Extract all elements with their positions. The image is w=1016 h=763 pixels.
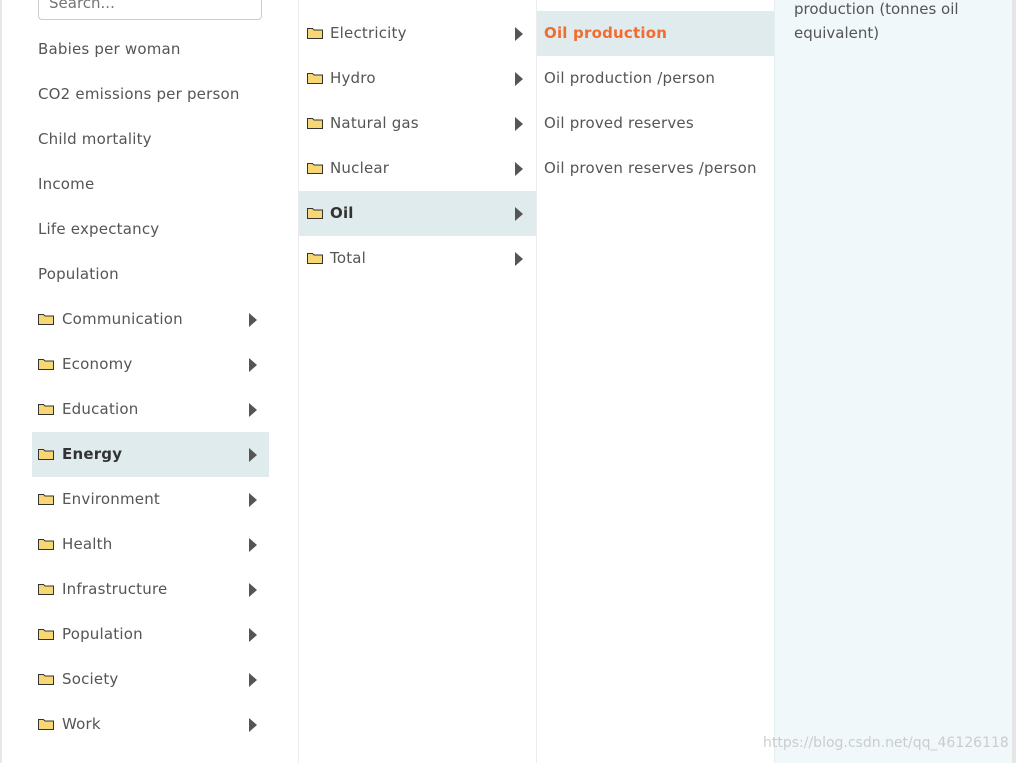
- indicator-description: production (tonnes oil equivalent): [794, 0, 959, 42]
- folder-item-label: Natural gas: [330, 114, 419, 132]
- folder-item-label: Nuclear: [330, 159, 390, 177]
- chevron-right-icon: [249, 538, 257, 552]
- menu-item-label: Oil production: [544, 24, 668, 42]
- chevron-right-icon: [515, 117, 523, 131]
- folder-item-environment[interactable]: Environment: [32, 477, 269, 522]
- folder-item-label: Communication: [62, 310, 183, 328]
- folder-item-work[interactable]: Work: [32, 702, 269, 747]
- menu-item-child-mortality[interactable]: Child mortality: [32, 117, 269, 162]
- folder-icon: [307, 28, 323, 39]
- folder-icon: [307, 118, 323, 129]
- menu-item-label: Life expectancy: [38, 220, 160, 238]
- folder-item-label: Infrastructure: [62, 580, 168, 598]
- folder-item-label: Hydro: [330, 69, 376, 87]
- chevron-right-icon: [515, 207, 523, 221]
- folder-icon: [38, 584, 54, 595]
- menu-item-co2-emissions-per-person[interactable]: CO2 emissions per person: [32, 72, 269, 117]
- folder-item-society[interactable]: Society: [32, 657, 269, 702]
- oil-list: Oil production Oil production /person Oi…: [537, 11, 774, 191]
- chevron-right-icon: [249, 583, 257, 597]
- folder-item-energy[interactable]: Energy: [32, 432, 269, 477]
- folder-item-label: Electricity: [330, 24, 407, 42]
- menu-item-label: Oil proved reserves: [544, 114, 694, 132]
- folder-icon: [38, 674, 54, 685]
- folder-icon: [307, 253, 323, 264]
- indicator-column-oil[interactable]: Oil production Oil production /person Oi…: [536, 0, 774, 763]
- watermark: https://blog.csdn.net/qq_46126118: [763, 735, 1009, 751]
- folder-item-infrastructure[interactable]: Infrastructure: [32, 567, 269, 612]
- folder-item-economy[interactable]: Economy: [32, 342, 269, 387]
- folder-item-natural-gas[interactable]: Natural gas: [299, 101, 537, 146]
- folder-icon: [307, 73, 323, 84]
- chevron-right-icon: [249, 448, 257, 462]
- menu-item-population[interactable]: Population: [32, 252, 269, 297]
- folder-item-label: Oil: [330, 204, 354, 222]
- indicator-column-energy[interactable]: Electricity Hydro Natural gas Nuclear Oi: [298, 0, 537, 763]
- indicator-detail-panel: production (tonnes oil equivalent): [774, 0, 1012, 763]
- menu-item-label: Oil production /person: [544, 69, 716, 87]
- chevron-right-icon: [515, 72, 523, 86]
- chevron-right-icon: [249, 493, 257, 507]
- folder-item-communication[interactable]: Communication: [32, 297, 269, 342]
- folder-item-health[interactable]: Health: [32, 522, 269, 567]
- folder-icon: [38, 404, 54, 415]
- folder-item-oil[interactable]: Oil: [299, 191, 537, 236]
- menu-item-oil-proved-reserves[interactable]: Oil proved reserves: [537, 101, 774, 146]
- menu-item-label: CO2 emissions per person: [38, 85, 240, 103]
- chevron-right-icon: [249, 628, 257, 642]
- chevron-right-icon: [515, 252, 523, 266]
- folder-item-education[interactable]: Education: [32, 387, 269, 432]
- folder-item-label: Health: [62, 535, 113, 553]
- root-list: Babies per woman CO2 emissions per perso…: [32, 27, 269, 747]
- folder-icon: [38, 539, 54, 550]
- folder-icon: [38, 629, 54, 640]
- folder-icon: [38, 719, 54, 730]
- indicator-picker: Babies per woman CO2 emissions per perso…: [0, 0, 1016, 763]
- menu-item-label: Oil proven reserves /person: [544, 159, 757, 177]
- chevron-right-icon: [249, 313, 257, 327]
- menu-item-label: Babies per woman: [38, 40, 181, 58]
- folder-item-nuclear[interactable]: Nuclear: [299, 146, 537, 191]
- folder-icon: [307, 208, 323, 219]
- menu-item-life-expectancy[interactable]: Life expectancy: [32, 207, 269, 252]
- folder-item-label: Work: [62, 715, 101, 733]
- folder-item-label: Society: [62, 670, 119, 688]
- folder-item-label: Economy: [62, 355, 133, 373]
- menu-item-label: Income: [38, 175, 95, 193]
- folder-icon: [38, 359, 54, 370]
- folder-icon: [38, 494, 54, 505]
- folder-item-electricity[interactable]: Electricity: [299, 11, 537, 56]
- chevron-right-icon: [515, 162, 523, 176]
- chevron-right-icon: [249, 718, 257, 732]
- folder-item-label: Energy: [62, 445, 123, 463]
- folder-icon: [307, 163, 323, 174]
- chevron-right-icon: [249, 358, 257, 372]
- folder-item-hydro[interactable]: Hydro: [299, 56, 537, 101]
- menu-item-oil-production-per-person[interactable]: Oil production /person: [537, 56, 774, 101]
- menu-item-oil-production[interactable]: Oil production: [537, 11, 774, 56]
- folder-item-label: Environment: [62, 490, 160, 508]
- folder-item-total[interactable]: Total: [299, 236, 537, 281]
- menu-item-income[interactable]: Income: [32, 162, 269, 207]
- energy-list: Electricity Hydro Natural gas Nuclear Oi: [299, 11, 537, 281]
- chevron-right-icon: [249, 403, 257, 417]
- chevron-right-icon: [515, 27, 523, 41]
- search-input[interactable]: [38, 0, 262, 20]
- folder-item-population[interactable]: Population: [32, 612, 269, 657]
- menu-item-label: Child mortality: [38, 130, 152, 148]
- indicator-column-root[interactable]: Babies per woman CO2 emissions per perso…: [2, 0, 298, 763]
- menu-item-babies-per-woman[interactable]: Babies per woman: [32, 27, 269, 72]
- folder-icon: [38, 314, 54, 325]
- menu-item-oil-proven-reserves-per-person[interactable]: Oil proven reserves /person: [537, 146, 774, 191]
- folder-icon: [38, 449, 54, 460]
- menu-item-label: Population: [38, 265, 119, 283]
- right-edge: [1012, 0, 1016, 763]
- folder-item-label: Total: [330, 249, 367, 267]
- folder-item-label: Education: [62, 400, 139, 418]
- chevron-right-icon: [249, 673, 257, 687]
- folder-item-label: Population: [62, 625, 143, 643]
